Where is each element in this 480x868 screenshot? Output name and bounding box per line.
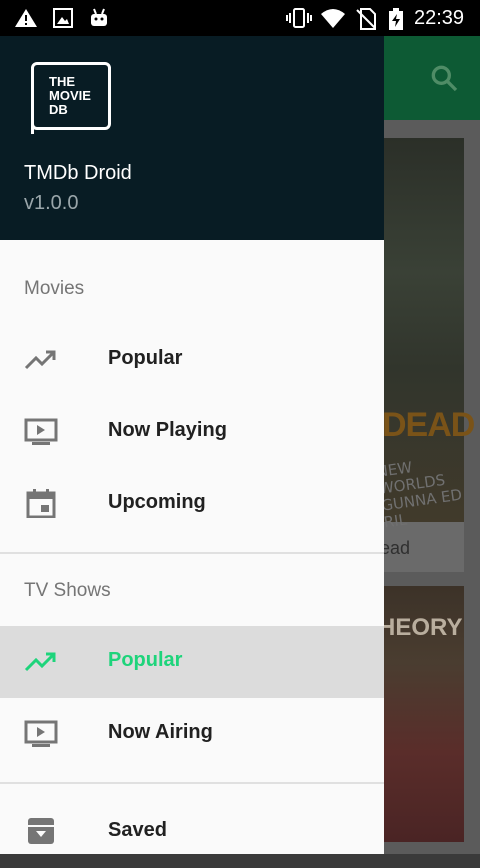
poster-text: HEORY bbox=[378, 614, 463, 641]
poster-text: DEAD bbox=[382, 406, 475, 444]
trending-up-icon bbox=[24, 350, 56, 370]
vibrate-icon bbox=[286, 8, 312, 28]
archive-icon bbox=[28, 818, 54, 844]
logo-tail bbox=[31, 122, 41, 134]
drawer-header: THE MOVIE DB TMDb Droid v1.0.0 bbox=[0, 36, 384, 240]
nav-item-label: Upcoming bbox=[108, 491, 206, 513]
show-poster: HEORY bbox=[370, 586, 464, 842]
no-sim-icon bbox=[356, 8, 376, 30]
divider bbox=[0, 552, 384, 554]
nav-item-label: Now Playing bbox=[108, 419, 227, 441]
divider bbox=[0, 782, 384, 784]
logo-text: THE MOVIE DB bbox=[49, 75, 91, 117]
nav-item-label: Popular bbox=[108, 347, 183, 369]
section-header-tv-shows: TV Shows bbox=[24, 580, 111, 601]
nav-item-movies-now-playing[interactable]: Now Playing bbox=[0, 396, 384, 468]
wifi-icon bbox=[321, 9, 345, 28]
logo-line: THE bbox=[49, 74, 75, 89]
logo-line: MOVIE bbox=[49, 88, 91, 103]
nav-item-saved[interactable]: Saved bbox=[0, 796, 384, 868]
tmdb-logo: THE MOVIE DB bbox=[31, 62, 111, 130]
image-icon bbox=[53, 8, 73, 28]
tv-play-icon bbox=[24, 418, 58, 445]
status-bar: 22:39 bbox=[0, 0, 480, 36]
app-name: TMDb Droid bbox=[24, 162, 132, 184]
clock: 22:39 bbox=[414, 7, 465, 29]
nav-item-label: Popular bbox=[108, 649, 183, 671]
show-poster: DEAD NEW WORLDS GUNNA ED RIL bbox=[370, 138, 475, 532]
show-title: ead bbox=[380, 538, 411, 558]
nav-item-label: Saved bbox=[108, 819, 167, 841]
poster-scrawl: NEW WORLDS GUNNA ED RIL bbox=[375, 458, 464, 532]
show-card[interactable]: HEORY bbox=[370, 586, 464, 842]
search-icon[interactable] bbox=[428, 62, 460, 94]
nav-item-tv-now-airing[interactable]: Now Airing bbox=[0, 698, 384, 770]
section-header-movies: Movies bbox=[24, 278, 85, 299]
tv-play-icon bbox=[24, 720, 58, 747]
nav-item-movies-popular[interactable]: Popular bbox=[0, 324, 384, 396]
navigation-drawer: THE MOVIE DB TMDb Droid v1.0.0 Movies Po… bbox=[0, 36, 384, 854]
nav-item-tv-popular[interactable]: Popular bbox=[0, 626, 384, 698]
calendar-icon bbox=[26, 489, 56, 518]
android-icon bbox=[91, 8, 107, 26]
nav-item-label: Now Airing bbox=[108, 721, 213, 743]
nav-item-movies-upcoming[interactable]: Upcoming bbox=[0, 468, 384, 540]
app-version: v1.0.0 bbox=[24, 192, 79, 214]
trending-up-icon bbox=[24, 652, 56, 672]
battery-charging-icon bbox=[389, 8, 403, 30]
show-card[interactable]: DEAD NEW WORLDS GUNNA ED RIL ead bbox=[370, 138, 475, 572]
warning-icon bbox=[15, 9, 37, 27]
logo-line: DB bbox=[49, 102, 68, 117]
